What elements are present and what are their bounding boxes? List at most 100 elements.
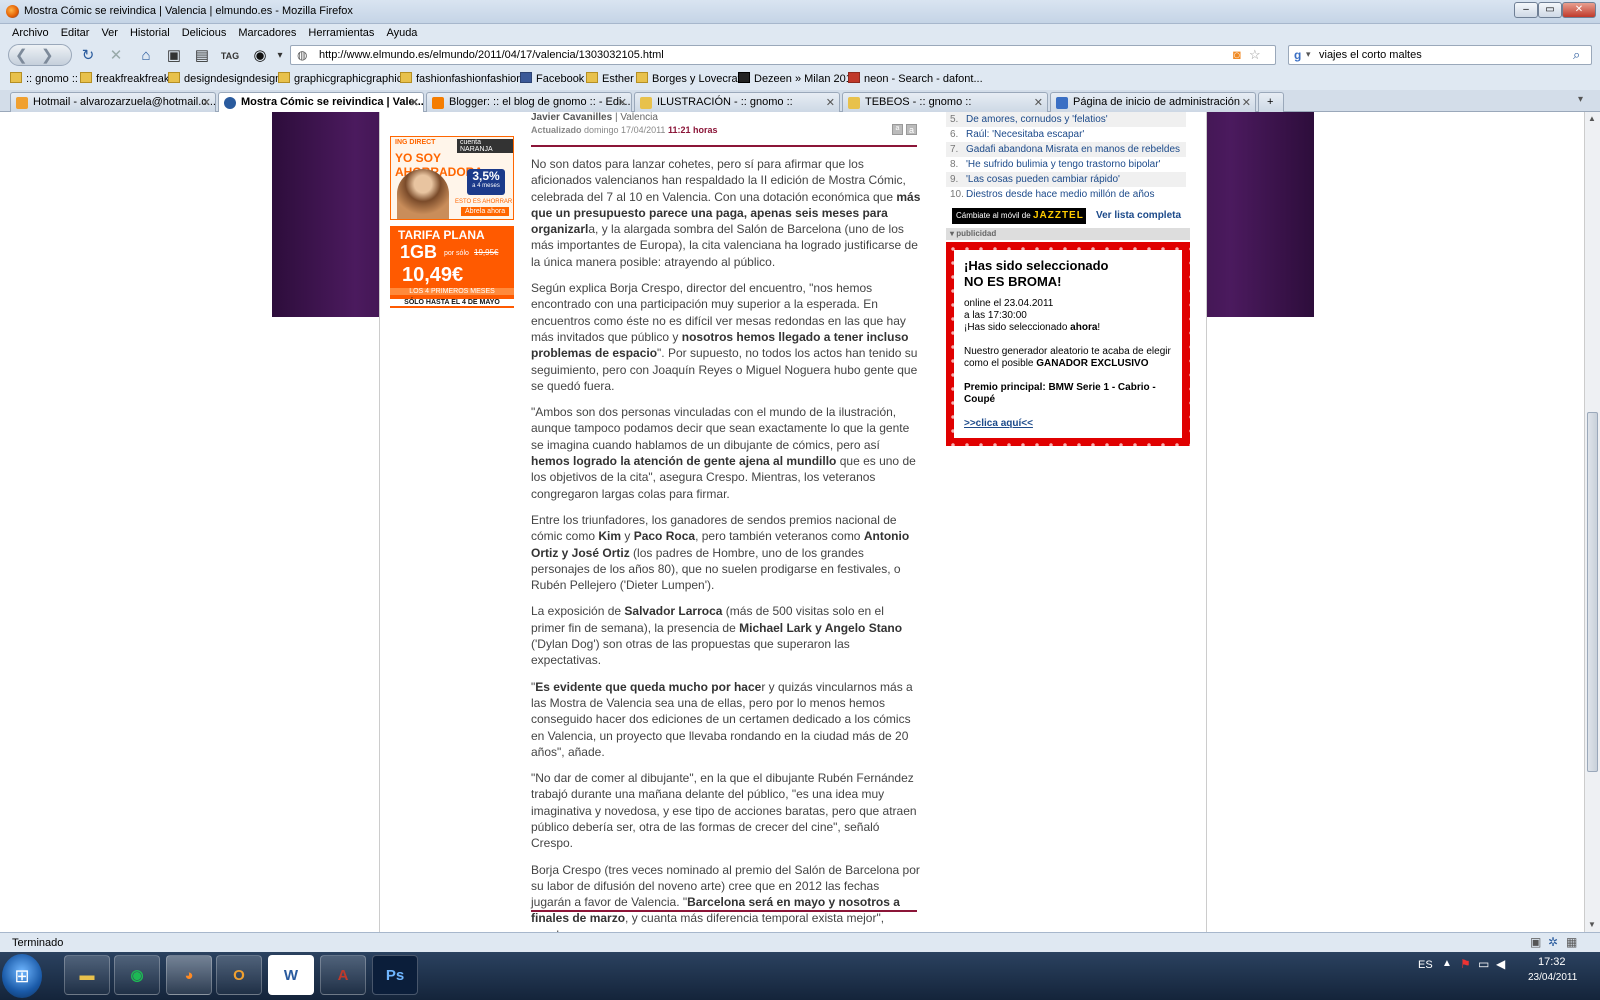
jazztel-banner[interactable]: Cámbiate al móvil de JAZZTEL	[952, 208, 1086, 224]
bookmark-star-icon[interactable]: ☆	[1249, 47, 1261, 63]
bookmark-gnomo[interactable]: :: gnomo ::	[10, 72, 78, 85]
tag-icon[interactable]: TAG	[220, 46, 240, 66]
bookmark-facebook[interactable]: Facebook	[520, 72, 584, 85]
menu-historial[interactable]: Historial	[130, 24, 170, 42]
menu-delicious[interactable]: Delicious	[182, 24, 227, 42]
close-tab-icon[interactable]: ✕	[1034, 96, 1043, 109]
screen-icon[interactable]: ▣	[164, 46, 184, 66]
photoshop-taskbar-icon[interactable]: Ps	[372, 955, 418, 995]
tab-hotmail[interactable]: Hotmail - alvarozarzuela@hotmail.c... ✕	[10, 92, 216, 112]
article-byline: Javier Cavanilles | Valencia	[531, 112, 658, 123]
menu-marcadores[interactable]: Marcadores	[238, 24, 296, 42]
bookmark-graphic[interactable]: graphicgraphicgraphic	[278, 72, 402, 85]
menu-ver[interactable]: Ver	[101, 24, 118, 42]
new-tab-button[interactable]: +	[1258, 92, 1284, 112]
tab-list-icon[interactable]: ▾	[1578, 94, 1583, 105]
home-icon[interactable]: ⌂	[136, 46, 156, 66]
author[interactable]: Javier Cavanilles	[531, 112, 612, 123]
prize-click-link[interactable]: >>clica aquí<<	[964, 418, 1172, 429]
clock-time[interactable]: 17:32	[1538, 956, 1566, 968]
article-paragraph: No son datos para lanzar cohetes, pero s…	[531, 157, 921, 269]
tab-admin[interactable]: Página de inicio de administración ✕	[1050, 92, 1256, 112]
search-icon[interactable]: ⌕	[1573, 47, 1580, 63]
ing-cta[interactable]: Ábrela ahora	[461, 207, 510, 216]
vertical-scrollbar[interactable]: ▲ ▼	[1584, 112, 1600, 932]
bookmark-dafont[interactable]: neon - Search - dafont...	[848, 72, 983, 85]
bookmark-esther[interactable]: Esther	[586, 72, 634, 85]
scroll-up-icon[interactable]: ▲	[1588, 114, 1596, 123]
sidebar-icon[interactable]: ▤	[192, 46, 212, 66]
list-item[interactable]: 6. Raúl: 'Necesitaba escapar'	[946, 127, 1186, 142]
flag-icon[interactable]: ⚑	[1460, 957, 1471, 971]
tab-mostra-comic[interactable]: Mostra Cómic se reivindica | Vale... ✕	[218, 92, 424, 112]
tab-strip: Hotmail - alvarozarzuela@hotmail.c... ✕ M…	[0, 90, 1600, 112]
volume-icon[interactable]: ◀	[1496, 957, 1505, 971]
firefox-taskbar-icon[interactable]: ◕	[166, 955, 212, 995]
search-input[interactable]: viajes el corto maltes	[1319, 49, 1422, 61]
stop-icon[interactable]: ✕	[106, 46, 126, 66]
search-box[interactable]: g ▾ viajes el corto maltes ⌕	[1288, 45, 1592, 65]
ing-small: ESTO ES AHORRAR	[455, 199, 513, 205]
language-indicator[interactable]: ES	[1418, 959, 1433, 971]
list-item[interactable]: 10. Diestros desde hace medio millón de a…	[946, 187, 1186, 202]
bookmark-freak[interactable]: freakfreakfreak	[80, 72, 169, 85]
menu-ayuda[interactable]: Ayuda	[386, 24, 417, 42]
access-taskbar-icon[interactable]: A	[320, 955, 366, 995]
close-button[interactable]: ✕	[1562, 2, 1596, 18]
explorer-taskbar-icon[interactable]: ▬	[64, 955, 110, 995]
text-size-down-icon[interactable]: a	[892, 124, 903, 135]
google-icon[interactable]: g	[1294, 48, 1301, 62]
menu-archivo[interactable]: Archivo	[12, 24, 49, 42]
list-item[interactable]: 8. 'He sufrido bulimia y tengo trastorno …	[946, 157, 1186, 172]
engine-dropdown-icon[interactable]: ▾	[1306, 49, 1311, 60]
tab-ilustracion[interactable]: ILUSTRACIÓN - :: gnomo :: ✕	[634, 92, 840, 112]
rss-icon[interactable]: ◙	[1233, 47, 1241, 62]
address-bar[interactable]: ◍ http://www.elmundo.es/elmundo/2011/04/…	[290, 45, 1276, 65]
tray-expand-icon[interactable]: ▲	[1442, 958, 1452, 969]
close-tab-icon[interactable]: ✕	[618, 96, 627, 109]
text-size-up-icon[interactable]: a	[906, 124, 917, 135]
scroll-down-icon[interactable]: ▼	[1588, 920, 1596, 929]
place: Valencia	[620, 112, 658, 123]
spotify-taskbar-icon[interactable]: ◉	[114, 955, 160, 995]
dropdown-icon[interactable]: ▾	[270, 46, 290, 66]
bookmark-design[interactable]: designdesigndesign	[168, 72, 281, 85]
url-text[interactable]: http://www.elmundo.es/elmundo/2011/04/17…	[319, 49, 664, 61]
list-item[interactable]: 9. 'Las cosas pueden cambiar rápido'	[946, 172, 1186, 187]
close-tab-icon[interactable]: ✕	[826, 96, 835, 109]
prize-title-2: NO ES BROMA!	[964, 274, 1062, 289]
list-item[interactable]: 5. De amores, cornudos y 'felatios'	[946, 112, 1186, 127]
forward-icon[interactable]: ❯	[41, 46, 54, 64]
delicious-icon[interactable]: ◉	[250, 46, 270, 66]
menu-herramientas[interactable]: Herramientas	[308, 24, 374, 42]
window-titlebar: Mostra Cómic se reivindica | Valencia | …	[0, 0, 1600, 24]
tarifa-ad[interactable]: TARIFA PLANA 1GB por sólo 19,95€ 10,49€ …	[390, 226, 514, 308]
maximize-button[interactable]: ▭	[1538, 2, 1562, 18]
list-item[interactable]: 7. Gadafi abandona Misrata en manos de re…	[946, 142, 1186, 157]
see-full-list-link[interactable]: Ver lista completa	[1096, 210, 1181, 221]
bookmark-fashion[interactable]: fashionfashionfashion	[400, 72, 522, 85]
word-taskbar-icon[interactable]: W	[268, 955, 314, 995]
status-grid-icon[interactable]: ▦	[1566, 935, 1577, 949]
tab-blogger[interactable]: Blogger: :: el blog de gnomo :: - Edi...…	[426, 92, 632, 112]
clock-date[interactable]: 23/04/2011	[1528, 972, 1577, 983]
outlook-taskbar-icon[interactable]: O	[216, 955, 262, 995]
status-addon-icon[interactable]: ✲	[1548, 935, 1558, 949]
bookmark-borges[interactable]: Borges y Lovecraft	[636, 72, 744, 85]
back-icon[interactable]: ❮	[15, 46, 28, 64]
bookmark-dezeen[interactable]: Dezeen » Milan 2011	[738, 72, 857, 85]
ing-ad[interactable]: ING DIRECT cuenta NARANJA YO SOY AHORRAD…	[390, 136, 514, 220]
close-tab-icon[interactable]: ✕	[202, 96, 211, 109]
status-screen-icon[interactable]: ▣	[1530, 935, 1541, 949]
start-button[interactable]: ⊞	[2, 954, 42, 998]
prize-ad-panel: ¡Has sido seleccionado NO ES BROMA! onli…	[954, 250, 1182, 438]
minimize-button[interactable]: –	[1514, 2, 1538, 18]
scroll-thumb[interactable]	[1587, 412, 1598, 772]
menu-editar[interactable]: Editar	[61, 24, 90, 42]
close-tab-icon[interactable]: ✕	[1242, 96, 1251, 109]
reload-icon[interactable]: ↻	[78, 46, 98, 66]
network-icon[interactable]: ▭	[1478, 957, 1489, 971]
close-tab-icon[interactable]: ✕	[410, 96, 419, 109]
tab-tebeos[interactable]: TEBEOS - :: gnomo :: ✕	[842, 92, 1048, 112]
prize-ad[interactable]: ¡Has sido seleccionado NO ES BROMA! onli…	[946, 242, 1190, 446]
